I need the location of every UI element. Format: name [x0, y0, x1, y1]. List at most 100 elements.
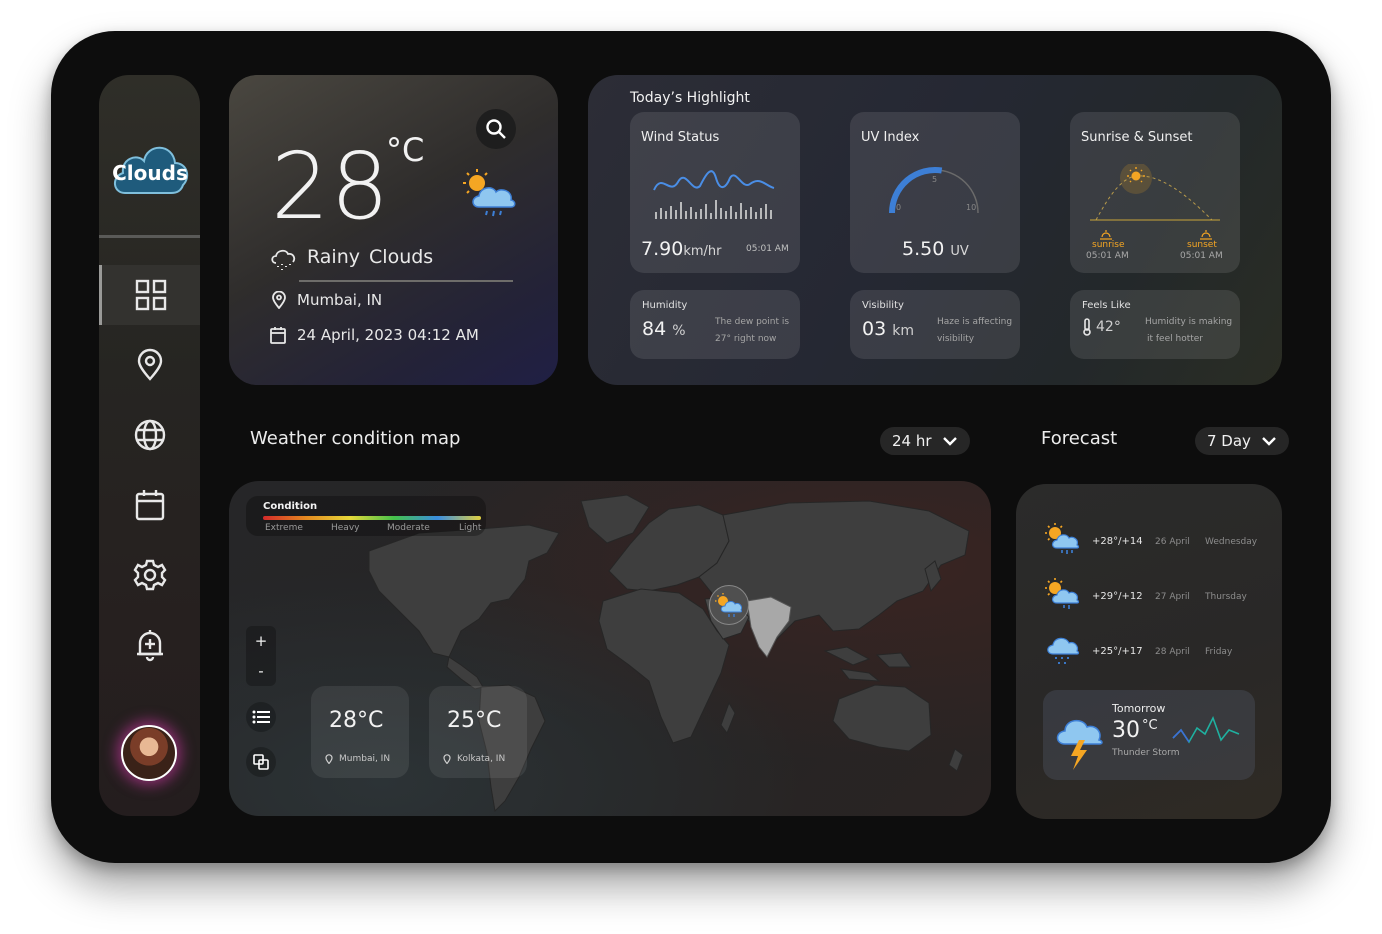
uv-scale-max: 10 — [966, 203, 976, 212]
sidebar-item-globe[interactable] — [99, 405, 200, 465]
grid-icon — [135, 279, 167, 311]
tomorrow-card[interactable]: Tomorrow 30 °C Thunder Storm — [1043, 690, 1255, 780]
map-location-marker[interactable] — [709, 585, 749, 625]
sunrise-label: sunrise — [1092, 240, 1125, 250]
sidebar-item-calendar[interactable] — [99, 475, 200, 535]
wind-bars — [655, 200, 772, 219]
indonesia-shape — [823, 646, 912, 682]
sidebar-divider — [99, 235, 200, 238]
sunrise-icon — [1100, 230, 1112, 240]
logo[interactable]: Clouds — [111, 137, 189, 197]
map-list-button[interactable] — [246, 702, 276, 732]
zoom-controls: + - — [246, 626, 276, 686]
humidity-card: Humidity 84 % The dew point is 27° right … — [630, 290, 800, 359]
sunrise-time: 05:01 AM — [1086, 251, 1129, 261]
sidebar-item-dashboard[interactable] — [99, 265, 200, 325]
sidebar-item-settings[interactable] — [99, 545, 200, 605]
wind-chart — [653, 170, 775, 219]
avatar[interactable] — [121, 725, 177, 781]
central-america-shape — [446, 656, 484, 690]
uv-gauge: 0 5 10 — [889, 166, 979, 214]
humidity-note-line-2: 27° right now — [715, 334, 777, 344]
tomorrow-temp-row: 30 °C — [1112, 718, 1158, 743]
map-range-value: 24 hr — [892, 432, 932, 450]
map-layers-button[interactable] — [246, 747, 276, 777]
current-location: Mumbai, IN — [271, 291, 382, 309]
visibility-note-line-2: visibility — [937, 334, 975, 344]
humidity-note-line-1: The dew point is — [715, 317, 790, 327]
uv-unit: UV — [950, 244, 969, 259]
tomorrow-unit: °C — [1142, 718, 1158, 733]
sun-cloud-rain-icon — [715, 593, 743, 617]
sunset-label: sunset — [1187, 240, 1217, 250]
calendar-icon — [270, 327, 286, 344]
city-card-mumbai[interactable]: 28°C Mumbai, IN — [311, 686, 409, 778]
city-card-kolkata[interactable]: 25°C Kolkata, IN — [429, 686, 527, 778]
forecast-range-select[interactable]: 7 Day — [1195, 427, 1289, 455]
wind-value-row: 7.90km/hr — [641, 238, 721, 260]
bell-icon — [136, 630, 163, 662]
tomorrow-label: Tomorrow — [1112, 702, 1166, 715]
forecast-row[interactable]: +28°/+14 26 April Wednesday — [1044, 522, 1274, 558]
weather-map[interactable]: Condition Extreme Heavy Moderate Light +… — [229, 481, 991, 816]
forecast-day: Friday — [1205, 647, 1233, 657]
gear-icon — [132, 559, 167, 591]
forecast-temp: +25°/+17 — [1092, 646, 1143, 657]
city-name: Mumbai, IN — [339, 754, 391, 764]
tomorrow-trend-line — [1172, 716, 1240, 744]
thunderstorm-icon — [1056, 719, 1103, 770]
sidebar-item-location[interactable] — [99, 335, 200, 395]
uv-label: UV Index — [861, 130, 920, 145]
forecast-date: 28 April — [1155, 647, 1190, 657]
new-zealand-shape — [948, 748, 964, 772]
forecast-row[interactable]: +25°/+17 28 April Friday — [1044, 632, 1274, 668]
legend-label-heavy: Heavy — [331, 523, 360, 533]
sun-path-chart — [1090, 164, 1220, 221]
uv-index-card: UV Index 0 5 10 5.50 UV — [850, 112, 1020, 273]
temperature-unit: °C — [386, 131, 425, 169]
feels-like-note-line-1: Humidity is making — [1145, 317, 1233, 327]
date-text: 24 April, 2023 04:12 AM — [297, 326, 479, 344]
visibility-note-line-1: Haze is affecting — [937, 317, 1013, 327]
city-temp: 28°C — [329, 708, 384, 733]
location-text: Mumbai, IN — [297, 291, 383, 309]
wind-time: 05:01 AM — [746, 244, 789, 254]
uv-scale-min: 0 — [896, 203, 901, 212]
forecast-row[interactable]: +29°/+12 27 April Thursday — [1044, 577, 1274, 613]
sun-cloud-rain-icon — [1045, 578, 1080, 609]
india-shape[interactable] — [746, 596, 792, 658]
feels-like-value-row: 42° — [1082, 318, 1121, 336]
forecast-day: Wednesday — [1205, 537, 1258, 547]
sidebar-item-notifications[interactable] — [99, 615, 200, 675]
humidity-note: The dew point is 27° right now — [715, 314, 789, 348]
visibility-label: Visibility — [862, 300, 904, 311]
legend-title: Condition — [263, 501, 318, 512]
forecast-temp: +29°/+12 — [1092, 591, 1143, 602]
highlight-title: Today’s Highlight — [630, 90, 750, 106]
condition-text: Rainy Clouds — [307, 246, 434, 268]
madagascar-shape — [720, 701, 736, 735]
search-button[interactable] — [476, 109, 516, 149]
map-pin-icon — [443, 754, 451, 764]
search-icon — [486, 119, 506, 139]
city-location: Mumbai, IN — [325, 754, 390, 764]
map-title: Weather condition map — [250, 428, 461, 449]
sun-cloud-rain-icon — [1045, 523, 1080, 554]
visibility-card: Visibility 03 km Haze is affecting visibi… — [850, 290, 1020, 359]
legend-label-light: Light — [459, 523, 482, 533]
wind-label: Wind Status — [641, 130, 720, 145]
zoom-in-button[interactable]: + — [246, 626, 276, 656]
feels-like-card: Feels Like 42° Humidity is making it feel… — [1070, 290, 1240, 359]
map-pin-icon — [325, 754, 333, 764]
humidity-value: 84 — [642, 318, 667, 340]
feels-like-note: Humidity is making it feel hotter — [1145, 314, 1232, 348]
zoom-out-button[interactable]: - — [246, 656, 276, 686]
feels-like-label: Feels Like — [1082, 300, 1131, 311]
forecast-range-value: 7 Day — [1207, 432, 1251, 450]
map-range-select[interactable]: 24 hr — [880, 427, 970, 455]
humidity-value-row: 84 % — [642, 318, 686, 340]
logo-text: Clouds — [112, 161, 188, 185]
current-date: 24 April, 2023 04:12 AM — [269, 326, 479, 344]
humidity-unit: % — [672, 323, 686, 339]
sidebar: Clouds — [99, 75, 200, 816]
